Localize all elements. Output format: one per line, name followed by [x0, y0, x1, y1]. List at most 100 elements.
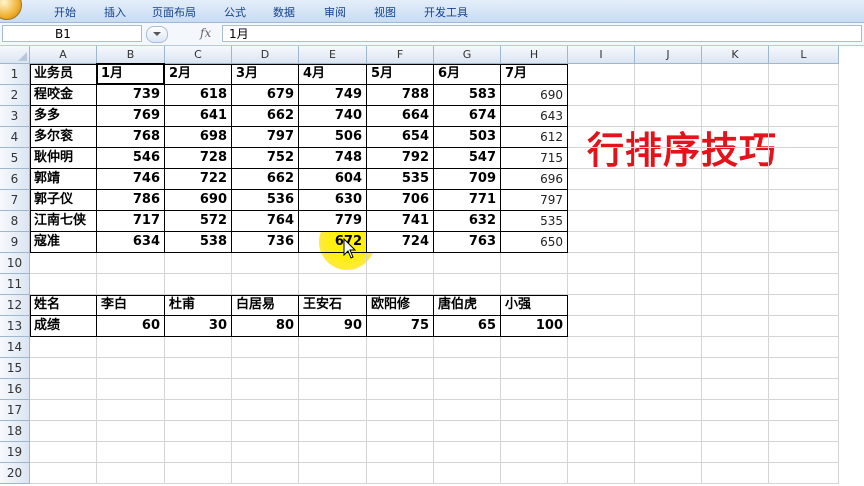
grid-cell[interactable]: [97, 337, 165, 358]
grid-cell[interactable]: [30, 358, 97, 379]
grid-cell[interactable]: [769, 169, 839, 190]
grid-cell[interactable]: [568, 379, 635, 400]
grid-cell[interactable]: [434, 442, 501, 463]
column-header[interactable]: I: [568, 46, 635, 64]
grid-cell[interactable]: [367, 442, 434, 463]
row-header[interactable]: 17: [0, 400, 30, 421]
score-value-cell[interactable]: 75: [367, 316, 434, 337]
grid-cell[interactable]: [635, 358, 702, 379]
grid-cell[interactable]: [434, 358, 501, 379]
sales-value-cell[interactable]: 728: [165, 148, 232, 169]
grid-cell[interactable]: [568, 421, 635, 442]
grid-cell[interactable]: [434, 253, 501, 274]
grid-cell[interactable]: [635, 85, 702, 106]
grid-cell[interactable]: [568, 337, 635, 358]
row-header[interactable]: 18: [0, 421, 30, 442]
sales-value-cell[interactable]: 724: [367, 232, 434, 253]
grid-cell[interactable]: [434, 379, 501, 400]
row-header[interactable]: 15: [0, 358, 30, 379]
tab-page-layout[interactable]: 页面布局: [152, 4, 196, 20]
sales-value-cell[interactable]: 797: [232, 127, 299, 148]
grid-cell[interactable]: [635, 106, 702, 127]
sales-value-cell[interactable]: 664: [367, 106, 434, 127]
grid-cell[interactable]: [232, 274, 299, 295]
grid-cell[interactable]: [568, 85, 635, 106]
grid-cell[interactable]: [702, 127, 769, 148]
sales-value-cell[interactable]: 604: [299, 169, 367, 190]
tab-formulas[interactable]: 公式: [224, 4, 246, 20]
row-header[interactable]: 4: [0, 127, 30, 148]
table-header-cell[interactable]: 白居易: [232, 295, 299, 316]
column-header[interactable]: C: [165, 46, 232, 64]
grid-cell[interactable]: [769, 106, 839, 127]
grid-cell[interactable]: [30, 337, 97, 358]
grid-cell[interactable]: [769, 379, 839, 400]
grid-cell[interactable]: [702, 148, 769, 169]
row-header[interactable]: 5: [0, 148, 30, 169]
sales-value-cell[interactable]: 654: [367, 127, 434, 148]
grid-cell[interactable]: [635, 337, 702, 358]
sales-value-cell[interactable]: 792: [367, 148, 434, 169]
grid-cell[interactable]: [568, 442, 635, 463]
sales-value-cell[interactable]: 632: [434, 211, 501, 232]
grid-cell[interactable]: [769, 148, 839, 169]
grid-cell[interactable]: [568, 64, 635, 85]
grid-cell[interactable]: [568, 400, 635, 421]
sales-value-cell[interactable]: 583: [434, 85, 501, 106]
sales-value-cell[interactable]: 690: [165, 190, 232, 211]
score-label-cell[interactable]: 成绩: [30, 316, 97, 337]
column-header[interactable]: L: [769, 46, 839, 64]
row-header[interactable]: 19: [0, 442, 30, 463]
tab-review[interactable]: 审阅: [324, 4, 346, 20]
sales-value-cell[interactable]: 715: [501, 148, 568, 169]
grid-cell[interactable]: [635, 442, 702, 463]
sales-value-cell[interactable]: 752: [232, 148, 299, 169]
column-header[interactable]: A: [30, 46, 97, 64]
column-header[interactable]: E: [299, 46, 367, 64]
table-header-cell[interactable]: 7月: [501, 64, 568, 85]
score-value-cell[interactable]: 60: [97, 316, 165, 337]
sales-value-cell[interactable]: 572: [165, 211, 232, 232]
grid-cell[interactable]: [299, 337, 367, 358]
grid-cell[interactable]: [635, 295, 702, 316]
chevron-down-icon[interactable]: [146, 26, 168, 43]
grid-cell[interactable]: [568, 127, 635, 148]
grid-cell[interactable]: [568, 358, 635, 379]
sales-value-cell[interactable]: 740: [299, 106, 367, 127]
grid-cell[interactable]: [165, 421, 232, 442]
sales-value-cell[interactable]: 746: [97, 169, 165, 190]
tab-data[interactable]: 数据: [273, 4, 295, 20]
sales-value-cell[interactable]: 706: [367, 190, 434, 211]
grid-cell[interactable]: [635, 400, 702, 421]
salesperson-name-cell[interactable]: 耿仲明: [30, 148, 97, 169]
salesperson-name-cell[interactable]: 郭子仪: [30, 190, 97, 211]
grid-cell[interactable]: [769, 274, 839, 295]
grid-cell[interactable]: [165, 337, 232, 358]
table-header-cell[interactable]: 3月: [232, 64, 299, 85]
grid-cell[interactable]: [568, 106, 635, 127]
office-button[interactable]: [0, 0, 22, 20]
row-header[interactable]: 6: [0, 169, 30, 190]
sales-value-cell[interactable]: 741: [367, 211, 434, 232]
sales-value-cell[interactable]: 779: [299, 211, 367, 232]
sales-value-cell[interactable]: 679: [232, 85, 299, 106]
grid-cell[interactable]: [635, 421, 702, 442]
table-header-cell[interactable]: 杜甫: [165, 295, 232, 316]
grid-cell[interactable]: [635, 379, 702, 400]
grid-cell[interactable]: [769, 400, 839, 421]
fx-icon[interactable]: fx: [200, 26, 211, 40]
table-header-cell[interactable]: 业务员: [30, 64, 97, 85]
sales-value-cell[interactable]: 546: [97, 148, 165, 169]
grid-cell[interactable]: [367, 253, 434, 274]
grid-cell[interactable]: [635, 274, 702, 295]
table-header-cell[interactable]: 姓名: [30, 295, 97, 316]
grid-cell[interactable]: [568, 232, 635, 253]
grid-cell[interactable]: [702, 211, 769, 232]
grid-cell[interactable]: [30, 253, 97, 274]
grid-cell[interactable]: [769, 295, 839, 316]
tab-home[interactable]: 开始: [54, 4, 76, 20]
grid-cell[interactable]: [635, 211, 702, 232]
grid-cell[interactable]: [501, 358, 568, 379]
grid-cell[interactable]: [434, 400, 501, 421]
row-header[interactable]: 1: [0, 64, 30, 85]
